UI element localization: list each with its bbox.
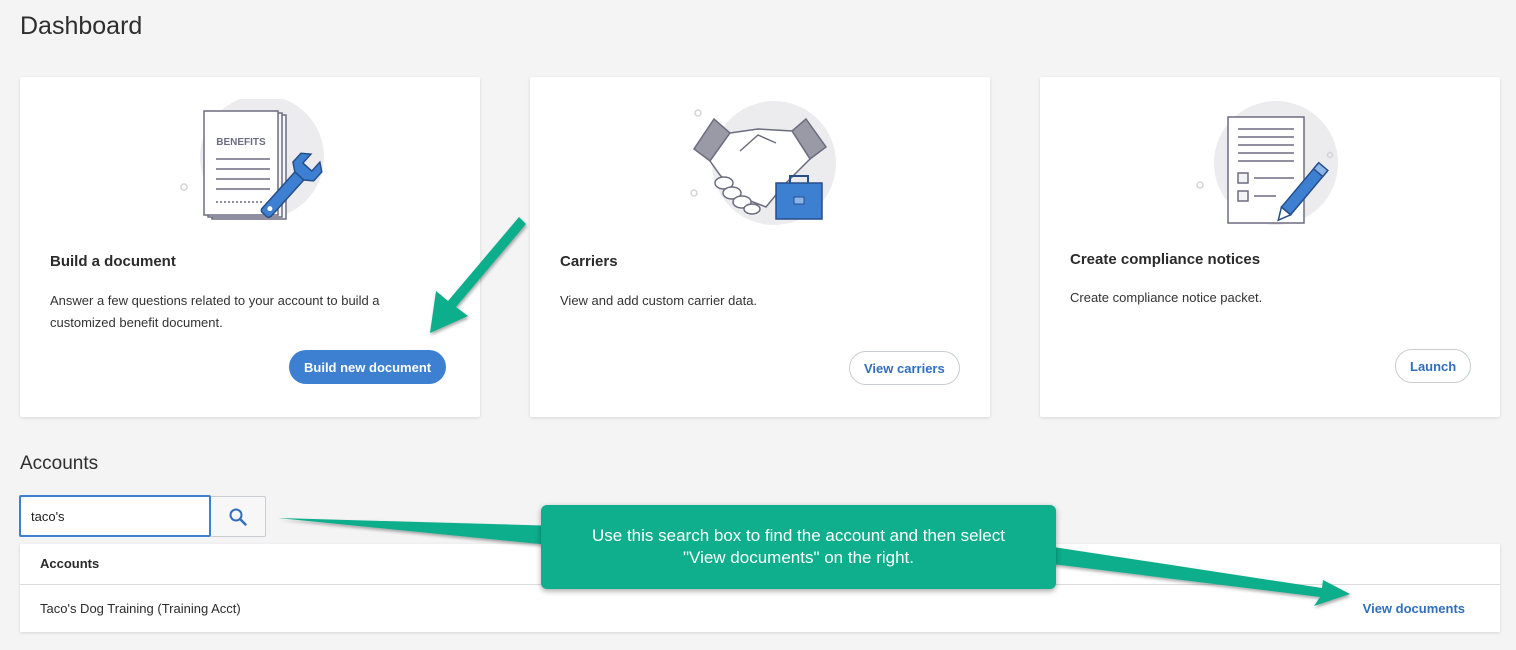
card-description: Answer a few questions related to your a… [50,293,380,330]
dashboard-page: Dashboard BENEFITS Build a document Answ… [0,0,1516,650]
accounts-section-title: Accounts [20,453,99,474]
card-description: Create compliance notice packet. [1070,290,1263,305]
checklist-pencil-icon [1190,99,1350,239]
arrow-from-search-box [278,518,560,546]
search-button[interactable] [211,496,266,537]
card-title: Carriers [560,253,618,270]
account-name: Taco's Dog Training (Training Acct) [40,601,241,616]
page-title: Dashboard [20,12,143,40]
card-title: Build a document [50,253,176,270]
illustration-label: BENEFITS [216,137,266,148]
carriers-card: Carriers View and add custom carrier dat… [530,77,990,417]
column-header-accounts: Accounts [40,556,100,571]
build-new-document-button[interactable]: Build new document [289,350,447,384]
handshake-briefcase-icon [680,99,840,239]
card-title: Create compliance notices [1070,251,1261,268]
table-row: Taco's Dog Training (Training Acct) View… [20,585,1500,632]
view-documents-link[interactable]: View documents [1363,601,1465,616]
launch-button[interactable]: Launch [1395,349,1472,383]
tutorial-callout: Use this search box to find the account … [541,505,1056,589]
benefits-document-wrench-icon: BENEFITS [170,95,330,239]
view-carriers-button[interactable]: View carriers [849,351,960,385]
card-description: View and add custom carrier data. [560,293,758,308]
search-icon [228,507,248,527]
account-search-input[interactable] [19,495,211,537]
build-document-card: BENEFITS Build a document Answer a few q… [20,77,480,417]
compliance-notices-card: Create compliance notices Create complia… [1040,77,1500,417]
